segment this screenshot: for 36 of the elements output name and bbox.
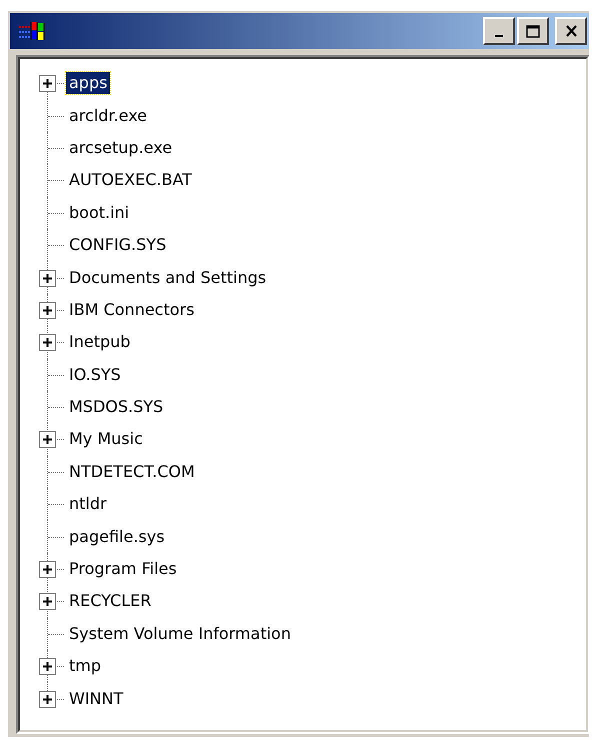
- expand-icon[interactable]: [39, 75, 56, 92]
- tree-item[interactable]: boot.ini: [66, 202, 132, 224]
- expand-icon[interactable]: [39, 302, 56, 319]
- windows-logo-icon: [18, 19, 46, 43]
- tree-item[interactable]: RECYCLER: [66, 590, 154, 612]
- tree-item[interactable]: IBM Connectors: [66, 298, 198, 321]
- tree-item[interactable]: tmp: [66, 655, 104, 678]
- expand-icon[interactable]: [39, 658, 56, 676]
- expand-icon[interactable]: [39, 593, 56, 610]
- tree-item[interactable]: System Volume Information: [66, 622, 294, 645]
- tree-item[interactable]: My Music: [66, 428, 146, 450]
- tree-item[interactable]: AUTOEXEC.BAT: [66, 169, 195, 192]
- tree-item[interactable]: IO.SYS: [66, 364, 124, 386]
- tree-item[interactable]: NTDETECT.COM: [66, 460, 198, 483]
- tree-item[interactable]: Inetpub: [66, 331, 134, 354]
- tree-item[interactable]: pagefile.sys: [66, 526, 168, 548]
- tree-item[interactable]: WINNT: [66, 688, 126, 710]
- tree-item[interactable]: CONFIG.SYS: [66, 234, 170, 256]
- expand-icon[interactable]: [39, 561, 56, 578]
- close-icon: [564, 25, 578, 37]
- tree-item[interactable]: ntldr: [66, 493, 110, 516]
- maximize-button[interactable]: [517, 17, 549, 45]
- close-button[interactable]: [555, 17, 587, 45]
- expand-icon[interactable]: [39, 334, 56, 352]
- expand-icon[interactable]: [39, 431, 56, 448]
- expand-icon[interactable]: [39, 690, 56, 708]
- minimize-icon: [495, 35, 503, 37]
- tree-item[interactable]: apps: [66, 72, 110, 94]
- tree-item[interactable]: arcldr.exe: [66, 104, 150, 127]
- expand-icon[interactable]: [39, 270, 56, 287]
- tree-item[interactable]: MSDOS.SYS: [66, 396, 166, 418]
- tree-item[interactable]: arcsetup.exe: [66, 136, 176, 159]
- tree-item[interactable]: Documents and Settings: [66, 266, 270, 289]
- maximize-icon: [526, 24, 540, 38]
- tree-item[interactable]: Program Files: [66, 558, 180, 580]
- minimize-button[interactable]: [483, 17, 515, 45]
